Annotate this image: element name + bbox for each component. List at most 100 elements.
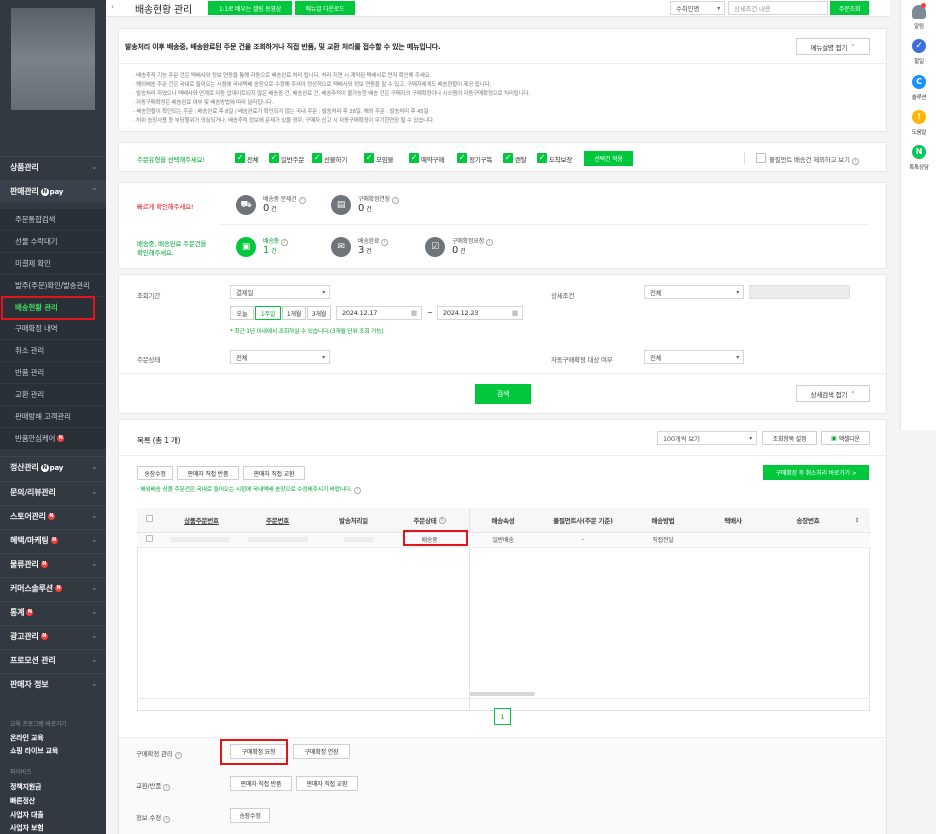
column-menu-icon[interactable]: ⁝ — [852, 508, 862, 532]
checkbox-arrival[interactable]: ✓ — [537, 153, 547, 163]
check-icon[interactable]: ✓ — [912, 39, 926, 53]
checkbox-group[interactable]: ✓ — [364, 153, 374, 163]
help-icon[interactable]: ! — [912, 110, 926, 124]
page-button[interactable]: 1 — [494, 708, 511, 725]
nav-group-logistics[interactable]: 물류관리 N ⌄ — [0, 553, 106, 575]
nav-group-marketing[interactable]: 혜택/마케팅 N ⌄ — [0, 529, 106, 551]
excel-download-button[interactable]: ▣ 엑셀다운 — [821, 431, 870, 445]
edit-invoice-button[interactable]: 송장수정 — [137, 466, 173, 480]
sidebar-item-order-search[interactable]: 주문통합검색 — [0, 209, 106, 230]
collapse-description-button[interactable]: 메뉴설명 접기 ⌃ — [796, 38, 870, 55]
solution-icon[interactable]: C — [912, 75, 926, 89]
new-badge: N — [50, 537, 58, 544]
post-confirm-cancel-button[interactable]: 구매확정 후 취소처리 바로가기 > — [763, 465, 869, 480]
checkbox-exclude-fulfillment[interactable] — [756, 153, 766, 163]
nav-group-sales[interactable]: 판매관리 Npay ⌃ — [0, 180, 106, 202]
row-checkbox[interactable] — [146, 535, 153, 542]
checkbox-normal[interactable]: ✓ — [269, 153, 279, 163]
checkbox-reserve[interactable]: ✓ — [409, 153, 419, 163]
nav-group-store[interactable]: 스토어관리 N ⌄ — [0, 505, 106, 527]
checkbox-subscription[interactable]: ✓ — [457, 153, 467, 163]
card-value[interactable]: 0건 — [452, 245, 466, 256]
collapse-sidebar-icon[interactable]: ‹ — [111, 2, 114, 11]
detail-select[interactable]: 전체 ▾ — [644, 285, 744, 299]
column-settings-button[interactable]: 조회항목 설정 — [762, 431, 817, 445]
bottom-edit-invoice-button[interactable]: 송장수정 — [230, 808, 270, 823]
bottom-seller-return-button[interactable]: 판매자 직접 반품 — [230, 776, 292, 791]
col-order-no[interactable]: 주문번호 — [240, 508, 315, 532]
sidebar-item-return[interactable]: 반품 관리 — [0, 362, 106, 383]
date-from-input[interactable]: 2024.12.17 ▦ — [336, 306, 422, 320]
top-search-input[interactable]: 상세조건 내용 — [728, 1, 828, 15]
talk-icon[interactable]: N — [912, 145, 926, 159]
purchase-confirm-extend-button[interactable]: 구매확정 연장 — [293, 744, 350, 759]
link-biz-loan[interactable]: 사업자 대출 — [10, 810, 44, 820]
collapse-detail-search-button[interactable]: 상세검색 접기 ⌃ — [796, 385, 870, 402]
select-value: 전체 — [650, 289, 662, 297]
sidebar-item-gift[interactable]: 선물 수락대기 — [0, 231, 106, 252]
nav-group-product[interactable]: 상품관리 ⌄ — [0, 156, 106, 178]
range-3month-button[interactable]: 3개월 — [307, 306, 331, 320]
sidebar-item-dispatch[interactable]: 발주(주문)확인/발송관리 — [0, 275, 106, 296]
sidebar-item-unpaid[interactable]: 미결제 확인 — [0, 253, 106, 274]
nav-group-seller[interactable]: 판매자 정보 ⌄ — [0, 673, 106, 695]
highlight-box — [403, 530, 468, 546]
checkbox-rental[interactable]: ✓ — [503, 153, 513, 163]
divider — [219, 224, 869, 225]
nav-group-inquiry[interactable]: 문의/리뷰관리 ⌄ — [0, 481, 106, 503]
link-biz-insurance[interactable]: 사업자 보험 — [10, 823, 44, 833]
rail-label: 알림 — [914, 24, 924, 30]
checkbox-label: 모임물 — [376, 156, 394, 164]
notice-title: 발송처리 이후 배송중, 배송완료된 주문 건을 조회하거나 직접 반품, 및 … — [125, 43, 441, 51]
calendar-icon[interactable]: ▦ — [512, 309, 518, 317]
page-size-select[interactable]: 100개씩 보기 ▾ — [657, 431, 757, 445]
auto-confirm-select[interactable]: 전체 ▾ — [644, 350, 744, 364]
chevron-down-icon: ⌄ — [91, 656, 97, 664]
sidebar-item-exchange[interactable]: 교환 관리 — [0, 384, 106, 405]
apply-selection-button[interactable]: 선택건 적용 — [584, 151, 633, 166]
card-value[interactable]: 0건 — [263, 203, 277, 214]
sidebar-item-return-care[interactable]: 반품안심케어 N — [0, 428, 106, 449]
search-button[interactable]: 검색 — [475, 384, 531, 404]
nav-group-commerce[interactable]: 커머스솔루션 N ⌄ — [0, 577, 106, 599]
nav-group-settlement[interactable]: 정산관리 Npay ⌄ — [0, 456, 106, 478]
check-label-2: 확인해주세요. — [137, 249, 174, 257]
search-type-select[interactable]: 수취인명 ▾ — [670, 1, 725, 15]
card-value[interactable]: 1건 — [263, 245, 277, 256]
nav-label: 상품관리 — [10, 163, 39, 172]
filter-label: 주문유형을 선택해주세요! — [137, 156, 205, 164]
card-value[interactable]: 3건 — [358, 245, 372, 256]
selling-video-button[interactable]: 1:1로 배우는 셀링 동영상 — [208, 1, 292, 15]
col-invoice-no: 송장번호 — [796, 517, 820, 525]
horizontal-scrollbar[interactable] — [469, 692, 535, 696]
sidebar-item-cancel[interactable]: 취소 관리 — [0, 340, 106, 361]
link-quick-settle[interactable]: 빠른정산 — [10, 796, 35, 806]
select-all-checkbox[interactable] — [146, 515, 153, 522]
bottom-seller-exchange-button[interactable]: 판매자 직접 교환 — [296, 776, 358, 791]
sidebar-item-purchase-confirm[interactable]: 구매확정 내역 — [0, 318, 106, 339]
nav-group-stats[interactable]: 통계 N ⌄ — [0, 601, 106, 623]
checkbox-gift[interactable]: ✓ — [312, 153, 322, 163]
range-week-button[interactable]: 1주일 — [255, 306, 281, 320]
manual-download-button[interactable]: 매뉴얼 다운로드 — [295, 1, 355, 15]
checkbox-all[interactable]: ✓ — [235, 153, 245, 163]
calendar-icon[interactable]: ▦ — [411, 309, 417, 317]
checkbox-label: 도착보장 — [549, 156, 573, 164]
range-month-button[interactable]: 1개월 — [282, 306, 306, 320]
seller-exchange-button[interactable]: 판매자 직접 교환 — [243, 466, 305, 480]
date-to-input[interactable]: 2024.12.23 ▦ — [437, 306, 523, 320]
link-policy-fund[interactable]: 정책지원금 — [10, 782, 41, 792]
nav-group-ads[interactable]: 광고관리 N ⌄ — [0, 625, 106, 647]
detail-input[interactable] — [749, 285, 850, 299]
order-search-button[interactable]: 주문조회 — [830, 1, 869, 15]
sidebar-item-blocked-customer[interactable]: 판매방해 고객관리 — [0, 406, 106, 427]
order-status-select[interactable]: 전체 ▾ — [230, 350, 330, 364]
range-today-button[interactable]: 오늘 — [230, 306, 254, 320]
link-online-edu[interactable]: 온라인 교육 — [10, 733, 44, 743]
seller-return-button[interactable]: 판매자 직접 반품 — [177, 466, 239, 480]
link-live-edu[interactable]: 쇼핑 라이브 교육 — [10, 746, 58, 756]
col-product-order-no[interactable]: 상품주문번호 — [164, 508, 239, 532]
card-value[interactable]: 0건 — [358, 203, 372, 214]
period-type-select[interactable]: 결제일 ▾ — [230, 285, 330, 299]
nav-group-promotion[interactable]: 프로모션 관리 ⌄ — [0, 649, 106, 671]
